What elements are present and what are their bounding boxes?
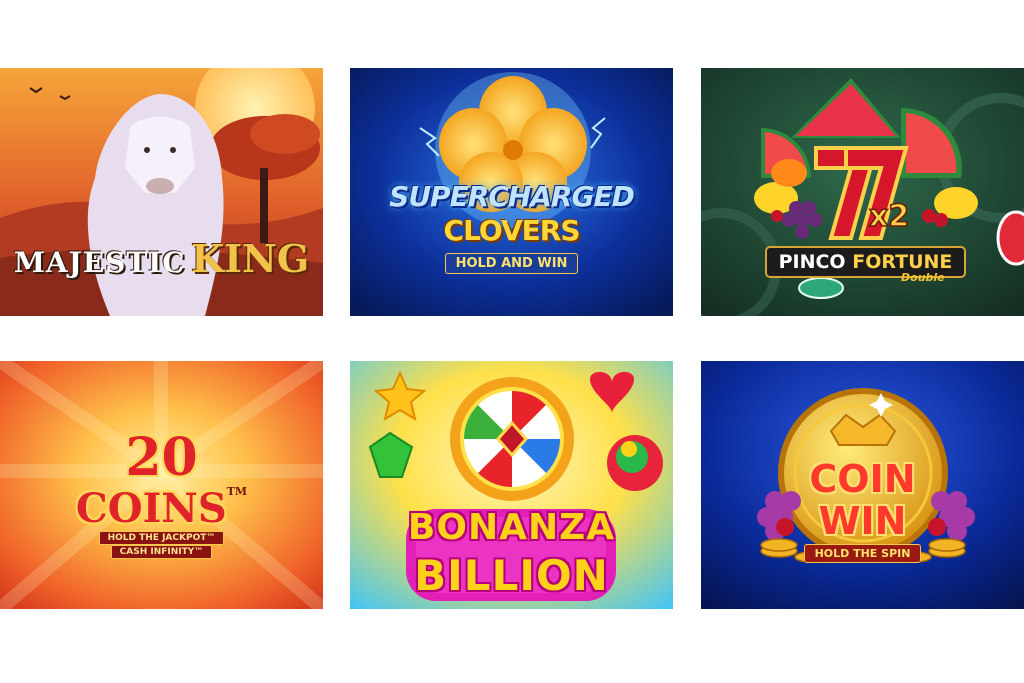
- title-pinco: PINCO: [778, 251, 846, 273]
- title-king: KING: [191, 236, 310, 281]
- game-tile-majestic-king[interactable]: MAJESTIC KING: [0, 68, 323, 316]
- majestic-king-title: MAJESTIC KING: [0, 236, 323, 281]
- title-fortune: FORTUNE: [852, 251, 953, 273]
- game-tile-pinco-fortune[interactable]: x2 PINCO FORTUNE Double: [701, 68, 1024, 316]
- game-tile-coin-win[interactable]: COIN WIN HOLD THE SPIN: [701, 361, 1024, 609]
- hold-the-jackpot-badge: HOLD THE JACKPOT™: [0, 531, 323, 545]
- billion-title: BILLION: [414, 551, 609, 600]
- double-subtitle: Double: [901, 271, 945, 284]
- game-tile-20-coins[interactable]: 20 COINSTM HOLD THE JACKPOT™ CASH INFINI…: [0, 361, 323, 609]
- hold-and-win-badge: HOLD AND WIN: [350, 253, 673, 274]
- trademark-mark: TM: [226, 485, 248, 498]
- coins-number: 20: [125, 427, 198, 488]
- game-tile-supercharged-clovers[interactable]: SUPERCHARGED CLOVERS HOLD AND WIN: [350, 68, 673, 316]
- hold-the-spin-badge: HOLD THE SPIN: [701, 544, 1024, 563]
- supercharged-title: SUPERCHARGED: [389, 180, 635, 213]
- cash-infinity-badge: CASH INFINITY™: [0, 545, 323, 559]
- coins-title: COINSTM: [75, 485, 248, 532]
- pinco-fortune-artwork: x2: [701, 68, 1024, 316]
- coin-title: COIN: [809, 457, 916, 501]
- bonanza-title: BONANZA: [407, 507, 616, 548]
- title-majestic: MAJESTIC: [13, 246, 186, 279]
- game-tile-bonanza-billion[interactable]: BONANZA BILLION: [350, 361, 673, 609]
- clovers-title: CLOVERS: [443, 214, 581, 247]
- win-title: WIN: [818, 499, 907, 543]
- multiplier-label: x2: [869, 199, 909, 234]
